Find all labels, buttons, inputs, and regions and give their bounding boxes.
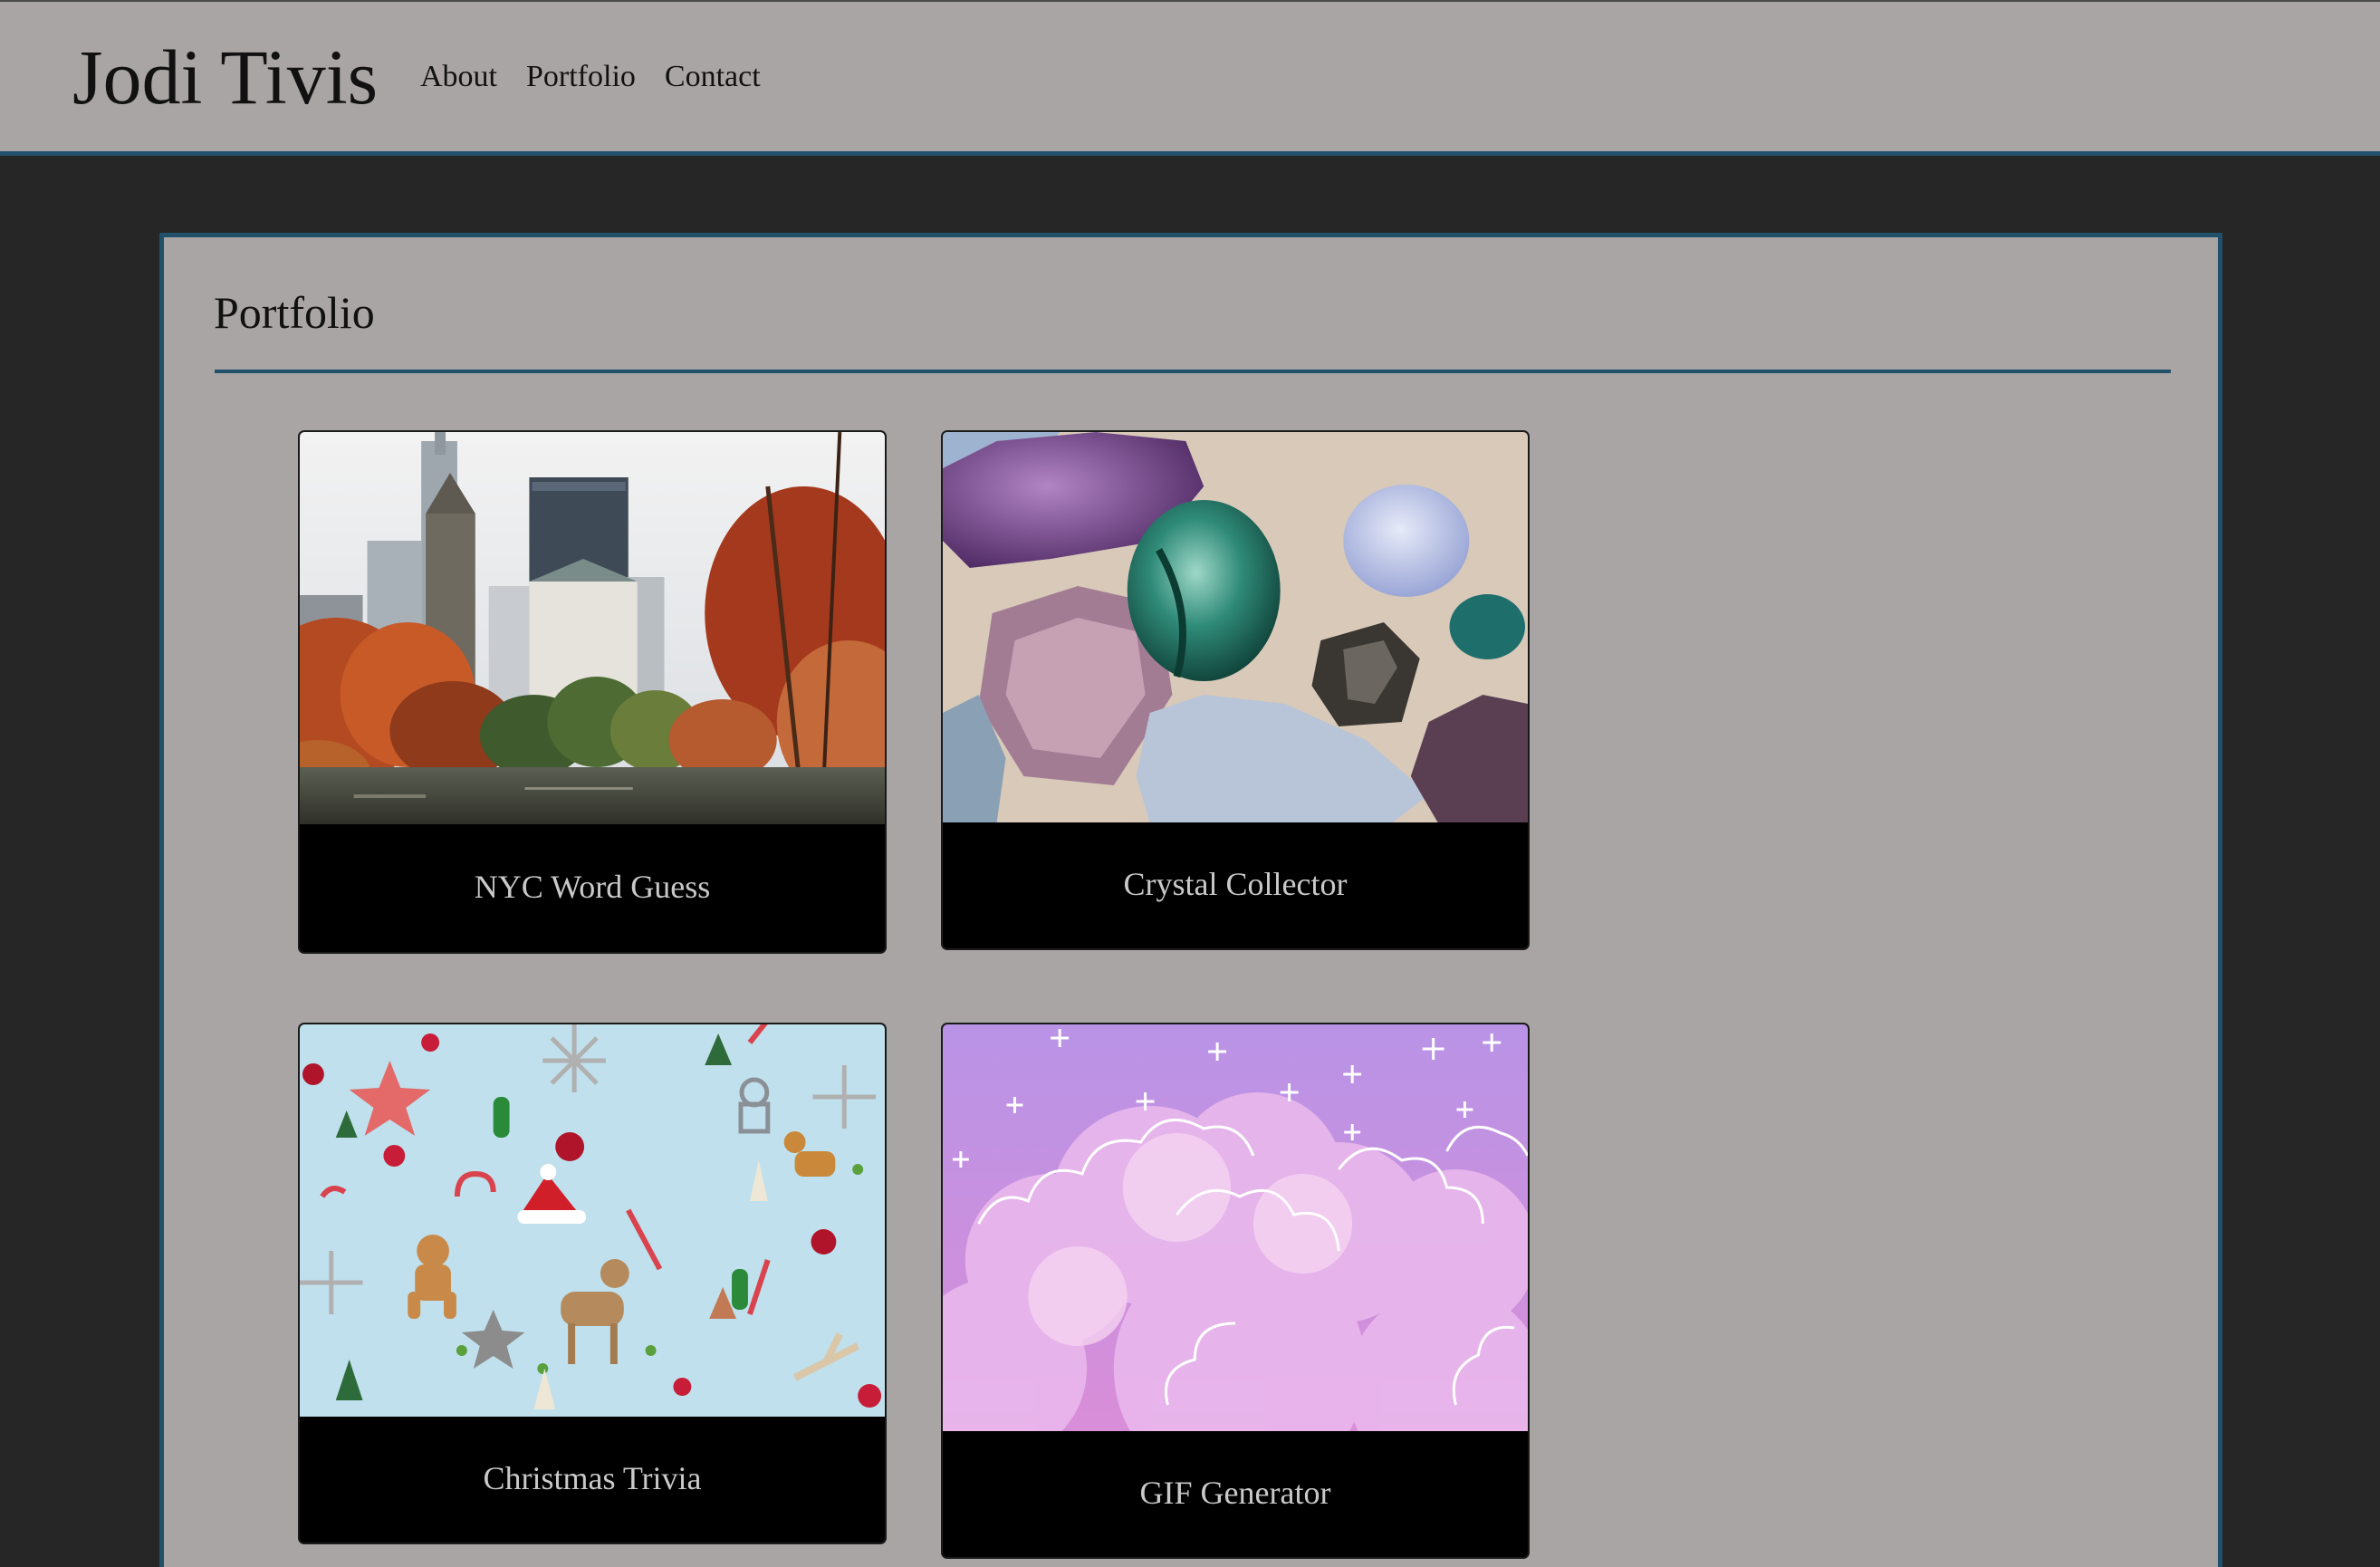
- project-card-nyc-word-guess[interactable]: NYC Word Guess: [298, 430, 887, 954]
- project-card-gif-generator[interactable]: GIF Generator: [941, 1023, 1530, 1559]
- main-nav: About Portfolio Contact: [420, 54, 790, 100]
- portfolio-panel: Portfolio NYC Word Guess Crystal Collect…: [159, 233, 2222, 1567]
- nav-link-portfolio[interactable]: Portfolio: [526, 54, 636, 100]
- project-card-crystal-collector[interactable]: Crystal Collector: [941, 430, 1530, 950]
- project-image-clouds[interactable]: [943, 1024, 1528, 1431]
- project-image-crystals[interactable]: [943, 432, 1528, 822]
- project-title[interactable]: GIF Generator: [943, 1428, 1528, 1557]
- section-divider: [215, 370, 2171, 373]
- project-title[interactable]: NYC Word Guess: [300, 821, 885, 952]
- project-image-christmas[interactable]: [300, 1024, 885, 1417]
- site-header: Jodi Tivis About Portfolio Contact: [0, 0, 2380, 156]
- project-image-nyc[interactable]: [300, 432, 885, 824]
- nav-link-about[interactable]: About: [420, 54, 497, 100]
- section-heading: Portfolio: [214, 287, 375, 338]
- site-title[interactable]: Jodi Tivis: [72, 27, 378, 127]
- page: Jodi Tivis About Portfolio Contact Portf…: [0, 0, 2380, 1567]
- nav-link-contact[interactable]: Contact: [665, 54, 761, 100]
- project-card-christmas-trivia[interactable]: Christmas Trivia: [298, 1023, 887, 1544]
- project-title[interactable]: Christmas Trivia: [300, 1413, 885, 1543]
- project-title[interactable]: Crystal Collector: [943, 819, 1528, 948]
